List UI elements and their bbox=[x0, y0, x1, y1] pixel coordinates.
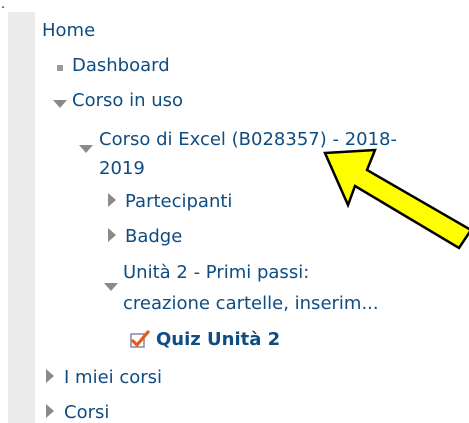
quiz-icon bbox=[129, 330, 151, 354]
unit-link-line-1[interactable]: Unità 2 - Primi passi: bbox=[123, 257, 309, 289]
badges-link[interactable]: Badge bbox=[125, 221, 182, 253]
my-courses-link[interactable]: I miei corsi bbox=[64, 362, 162, 394]
quiz-link[interactable]: Quiz Unità 2 bbox=[156, 324, 280, 356]
chevron-right-icon[interactable] bbox=[46, 369, 54, 383]
courses-link[interactable]: Corsi bbox=[64, 397, 109, 423]
nav-home-link[interactable]: Home bbox=[42, 15, 95, 47]
chevron-down-icon[interactable] bbox=[53, 100, 67, 108]
stray-mark: . bbox=[1, 0, 6, 12]
course-link-line-2[interactable]: 2019 bbox=[99, 153, 145, 185]
participants-link[interactable]: Partecipanti bbox=[125, 186, 232, 218]
yellow-arrow-annotation bbox=[323, 148, 469, 250]
chevron-down-icon[interactable] bbox=[79, 145, 93, 153]
chevron-right-icon[interactable] bbox=[46, 404, 54, 418]
chevron-right-icon[interactable] bbox=[108, 193, 116, 207]
chevron-right-icon[interactable] bbox=[108, 228, 116, 242]
square-bullet-icon bbox=[57, 65, 63, 71]
nav-dashboard-link[interactable]: Dashboard bbox=[72, 50, 170, 82]
unit-link-line-2[interactable]: creazione cartelle, inserim... bbox=[123, 288, 379, 320]
nav-corso-in-uso[interactable]: Corso in uso bbox=[72, 85, 183, 117]
chevron-down-icon[interactable] bbox=[104, 283, 118, 291]
